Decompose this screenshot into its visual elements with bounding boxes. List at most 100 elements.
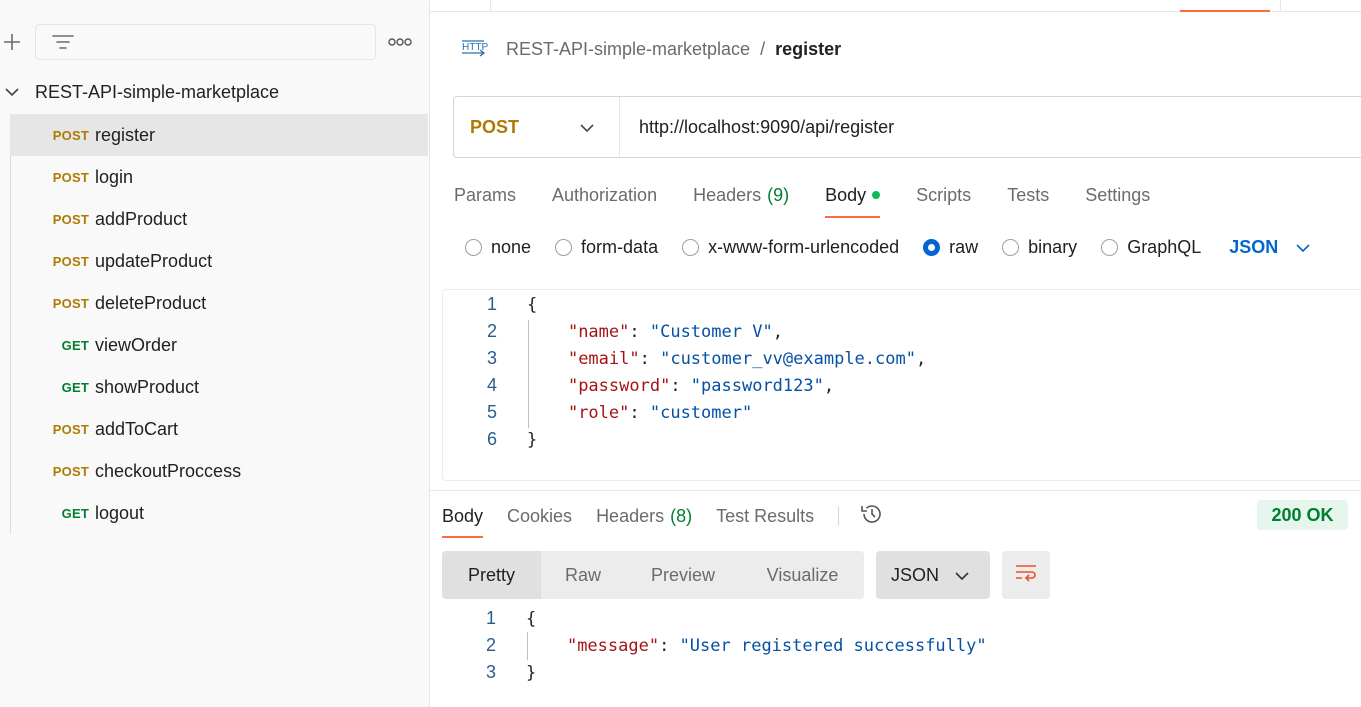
tab-settings[interactable]: Settings	[1085, 172, 1150, 218]
tab-label: Scripts	[916, 184, 972, 205]
radio-binary[interactable]: binary	[1002, 237, 1077, 258]
wrap-lines-button[interactable]	[1002, 551, 1050, 599]
tab-label: Body	[442, 505, 484, 526]
filter-search-box[interactable]	[35, 24, 376, 60]
new-plus-icon[interactable]	[0, 30, 24, 54]
method-badge: POST	[52, 253, 89, 269]
line-number: 3	[485, 662, 496, 682]
tab-tests[interactable]: Tests	[1007, 172, 1049, 218]
status-badge: 200 OK	[1257, 500, 1348, 530]
sidebar-item-addproduct[interactable]: POST addProduct	[10, 198, 428, 240]
code-line: 3 }	[442, 659, 536, 686]
radio-raw[interactable]: raw	[923, 237, 978, 258]
json-value: "customer"	[649, 402, 753, 423]
json-punct: ,	[915, 348, 927, 369]
radio-selected-icon	[923, 238, 941, 256]
tab-label: Settings	[1085, 184, 1151, 205]
tab-divider	[490, 0, 491, 12]
tab-test-results[interactable]: Test Results	[716, 494, 814, 538]
tab-divider	[1280, 0, 1281, 12]
sidebar-item-showproduct[interactable]: GET showProduct	[10, 366, 428, 408]
request-name: addProduct	[95, 208, 188, 229]
sidebar: REST-API-simple-marketplace POST registe…	[0, 0, 430, 707]
method-badge: POST	[52, 463, 89, 479]
sidebar-item-login[interactable]: POST login	[10, 156, 428, 198]
method-badge: POST	[52, 127, 89, 143]
tab-count: (8)	[670, 505, 693, 526]
response-divider[interactable]	[430, 490, 1361, 491]
main-panel: HTTP REST-API-simple-marketplace / regis…	[430, 0, 1361, 707]
radio-urlencoded[interactable]: x-www-form-urlencoded	[682, 237, 899, 258]
code-text: "message": "User registered successfully…	[566, 635, 987, 656]
code-line: 1 {	[443, 291, 537, 318]
url-bar: POST http://localhost:9090/api/register	[453, 96, 1361, 158]
code-text: {	[527, 294, 538, 315]
tab-cookies[interactable]: Cookies	[507, 494, 572, 538]
request-name: checkoutProccess	[95, 460, 242, 481]
active-tab-indicator[interactable]	[1180, 10, 1270, 12]
svg-text:HTTP: HTTP	[462, 42, 488, 53]
chevron-down-icon	[580, 120, 594, 138]
sidebar-item-deleteproduct[interactable]: POST deleteProduct	[10, 282, 428, 324]
modified-dot-icon	[872, 191, 881, 199]
tab-response-headers[interactable]: Headers (8)	[596, 494, 692, 538]
breadcrumb-current[interactable]: register	[775, 39, 841, 60]
view-preview[interactable]: Preview	[625, 551, 741, 599]
history-icon[interactable]	[859, 502, 885, 531]
radio-icon	[1002, 238, 1020, 256]
chevron-down-icon[interactable]	[0, 87, 24, 97]
breadcrumb-collection[interactable]: REST-API-simple-marketplace	[506, 39, 750, 60]
view-pretty[interactable]: Pretty	[442, 551, 541, 599]
code-line: 4 "password": "password123",	[443, 372, 834, 399]
request-body-editor[interactable]: 1 { 2 "name": "Customer V", 3 "email": "…	[442, 289, 1361, 481]
sidebar-item-addtocart[interactable]: POST addToCart	[10, 408, 428, 450]
json-punct: ,	[772, 321, 783, 342]
http-icon: HTTP	[460, 37, 488, 61]
radio-form-data[interactable]: form-data	[555, 237, 658, 258]
radio-graphql[interactable]: GraphQL	[1101, 237, 1201, 258]
url-input[interactable]: http://localhost:9090/api/register	[639, 117, 894, 138]
json-value: "User registered successfully"	[679, 635, 987, 656]
code-text: }	[527, 429, 538, 450]
sidebar-item-checkoutproccess[interactable]: POST checkoutProccess	[10, 450, 428, 492]
tab-label: Tests	[1007, 184, 1050, 205]
collection-row[interactable]: REST-API-simple-marketplace	[0, 72, 430, 112]
filter-icon	[52, 33, 74, 58]
more-options-icon[interactable]	[388, 34, 412, 50]
view-raw[interactable]: Raw	[541, 551, 625, 599]
code-line: 1 {	[442, 605, 536, 632]
method-badge: POST	[52, 169, 89, 185]
body-format-select[interactable]: JSON	[1229, 237, 1310, 258]
json-value: "customer_vv@example.com"	[660, 348, 916, 369]
tab-response-body[interactable]: Body	[442, 494, 484, 538]
json-value: "Customer V"	[649, 321, 773, 342]
response-format-select[interactable]: JSON	[876, 551, 990, 599]
tab-headers[interactable]: Headers (9)	[693, 172, 789, 218]
radio-icon	[555, 238, 573, 256]
sidebar-item-vieworder[interactable]: GET viewOrder	[10, 324, 428, 366]
response-tabs: Body Cookies Headers (8) Test Results	[442, 494, 885, 538]
request-name: login	[95, 166, 134, 187]
sidebar-item-updateproduct[interactable]: POST updateProduct	[10, 240, 428, 282]
tab-authorization[interactable]: Authorization	[552, 172, 657, 218]
sidebar-item-logout[interactable]: GET logout	[10, 492, 428, 534]
request-name: showProduct	[95, 376, 200, 397]
tab-scripts[interactable]: Scripts	[916, 172, 971, 218]
radio-label: binary	[1028, 236, 1078, 257]
tab-params[interactable]: Params	[454, 172, 516, 218]
chevron-down-icon	[1278, 237, 1310, 258]
collection-name: REST-API-simple-marketplace	[35, 81, 280, 102]
tab-body[interactable]: Body	[825, 172, 881, 218]
json-key: "role"	[567, 402, 630, 423]
method-select-value: POST	[470, 116, 520, 137]
view-visualize[interactable]: Visualize	[741, 551, 864, 599]
method-select[interactable]: POST	[454, 97, 620, 157]
code-line: 2 "name": "Customer V",	[443, 318, 783, 345]
radio-label: none	[491, 236, 532, 257]
radio-none[interactable]: none	[465, 237, 531, 258]
radio-icon	[1101, 238, 1119, 256]
sidebar-item-register[interactable]: POST register	[10, 114, 428, 156]
breadcrumb-separator: /	[760, 38, 766, 59]
line-number: 6	[486, 429, 497, 449]
radio-label: x-www-form-urlencoded	[708, 236, 900, 257]
